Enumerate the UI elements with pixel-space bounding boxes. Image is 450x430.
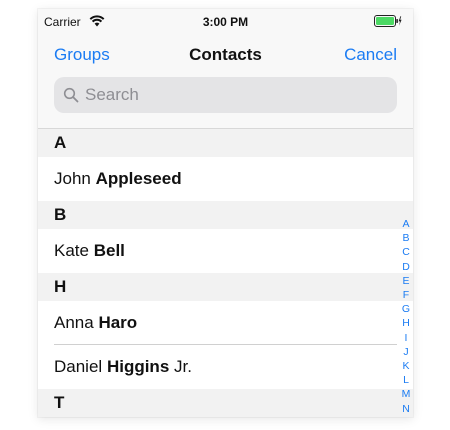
contact-first-name: John bbox=[54, 169, 91, 188]
section-header-h: H bbox=[38, 273, 413, 301]
index-letter-e[interactable]: E bbox=[400, 274, 412, 288]
index-letter-g[interactable]: G bbox=[400, 302, 412, 316]
contacts-list: A John Appleseed B Kate Bell H Anna Haro… bbox=[38, 129, 413, 417]
contact-last-name: Higgins bbox=[106, 357, 170, 376]
contact-row[interactable]: Daniel Higgins Jr. bbox=[38, 345, 413, 389]
contact-row[interactable]: John Appleseed bbox=[38, 157, 413, 201]
contact-first-name: Kate bbox=[54, 241, 89, 260]
section-header-t: T bbox=[38, 389, 413, 417]
charging-bolt-icon bbox=[398, 16, 402, 26]
section-index[interactable]: A B C D E F G H I J K L M N bbox=[400, 217, 412, 416]
contact-row[interactable]: Kate Bell bbox=[38, 229, 413, 273]
contact-last-name: Haro bbox=[98, 313, 138, 332]
index-letter-k[interactable]: K bbox=[400, 359, 412, 373]
index-letter-c[interactable]: C bbox=[400, 245, 412, 259]
index-letter-m[interactable]: M bbox=[400, 387, 412, 401]
contact-first-name: Daniel bbox=[54, 357, 103, 376]
navigation-bar: Groups Contacts Cancel bbox=[38, 33, 413, 77]
search-icon bbox=[63, 87, 79, 103]
contact-row[interactable]: Anna Haro bbox=[38, 301, 413, 345]
index-letter-d[interactable]: D bbox=[400, 260, 412, 274]
index-letter-b[interactable]: B bbox=[400, 231, 412, 245]
index-letter-h[interactable]: H bbox=[400, 316, 412, 330]
index-letter-l[interactable]: L bbox=[400, 373, 412, 387]
clock: 3:00 PM bbox=[202, 15, 249, 29]
index-letter-n[interactable]: N bbox=[400, 402, 412, 416]
cancel-button[interactable]: Cancel bbox=[344, 45, 397, 65]
section-header-b: B bbox=[38, 201, 413, 229]
index-letter-f[interactable]: F bbox=[400, 288, 412, 302]
status-bar: Carrier 3:00 PM bbox=[38, 9, 413, 33]
search-input[interactable] bbox=[85, 85, 385, 105]
battery-icon bbox=[374, 15, 402, 27]
contact-first-name: Anna bbox=[54, 313, 94, 332]
index-letter-i[interactable]: I bbox=[400, 331, 412, 345]
section-header-a: A bbox=[38, 129, 413, 157]
header-area: Carrier 3:00 PM Groups Contacts Cancel bbox=[38, 9, 413, 129]
contact-last-name: Bell bbox=[93, 241, 125, 260]
phone-screen: Carrier 3:00 PM Groups Contacts Cancel S… bbox=[38, 9, 413, 417]
index-letter-a[interactable]: A bbox=[400, 217, 412, 231]
contact-last-name: Appleseed bbox=[95, 169, 182, 188]
contact-suffix: Jr. bbox=[174, 357, 192, 376]
index-letter-j[interactable]: J bbox=[400, 345, 412, 359]
search-field[interactable] bbox=[54, 77, 397, 113]
